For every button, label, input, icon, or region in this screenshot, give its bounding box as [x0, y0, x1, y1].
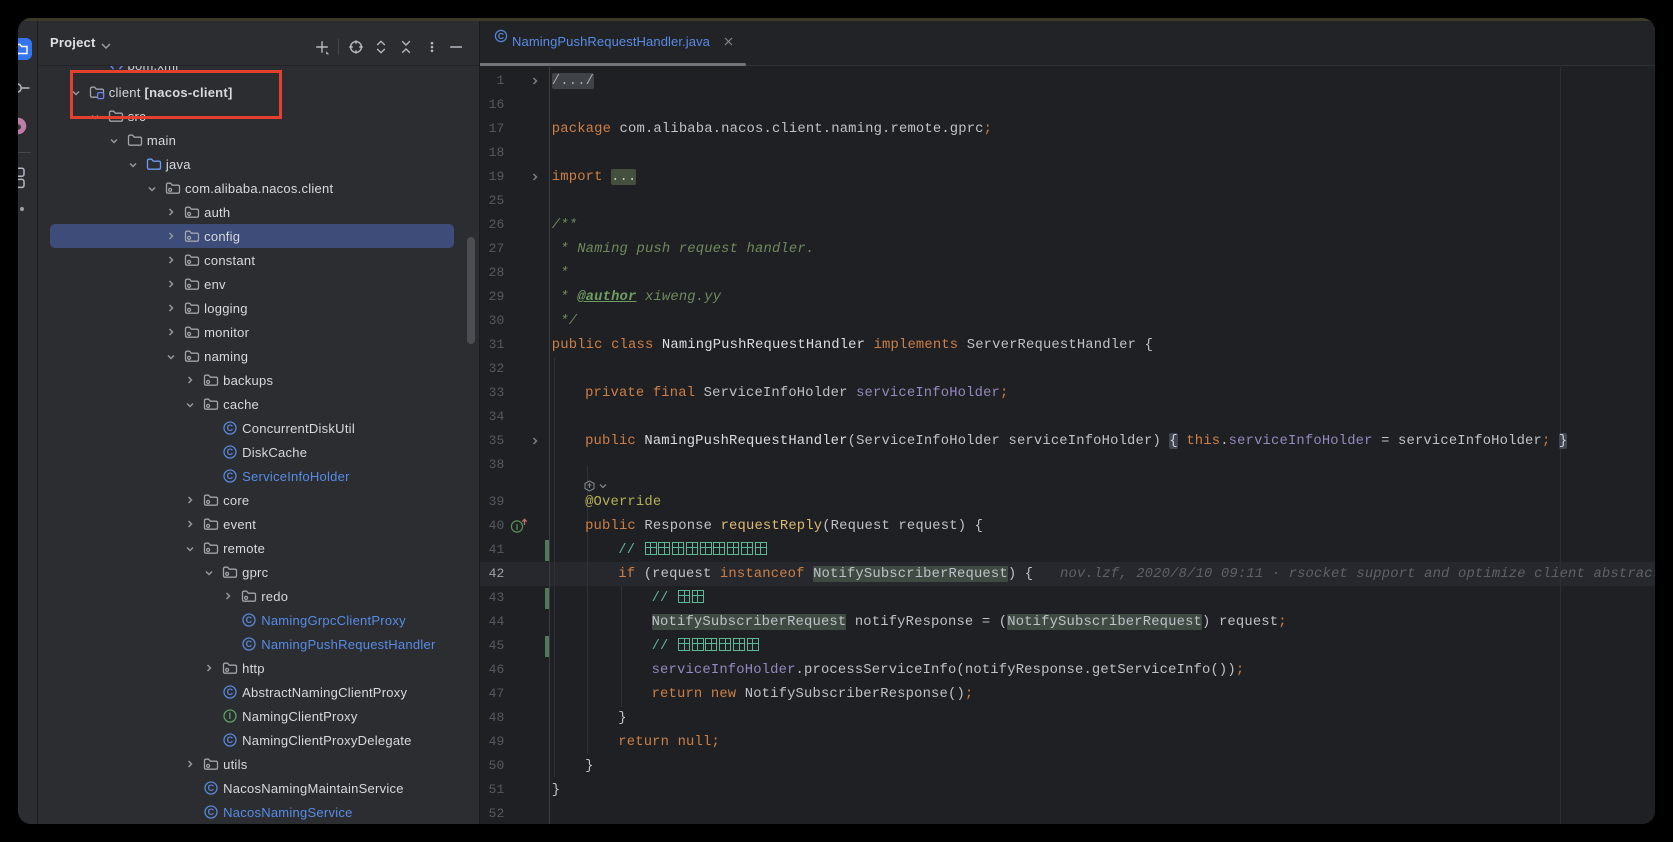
svg-text:C: C — [227, 423, 234, 433]
svg-text:C: C — [227, 735, 234, 745]
svg-text:I: I — [515, 522, 517, 532]
svg-text:C: C — [227, 471, 234, 481]
svg-text:C: C — [227, 687, 234, 697]
svg-text:C: C — [246, 615, 253, 625]
svg-text:C: C — [227, 447, 234, 457]
svg-text:C: C — [208, 783, 215, 793]
svg-text:I: I — [229, 711, 232, 721]
svg-text:C: C — [208, 807, 215, 817]
svg-text:C: C — [498, 31, 504, 41]
svg-text:C: C — [246, 639, 253, 649]
